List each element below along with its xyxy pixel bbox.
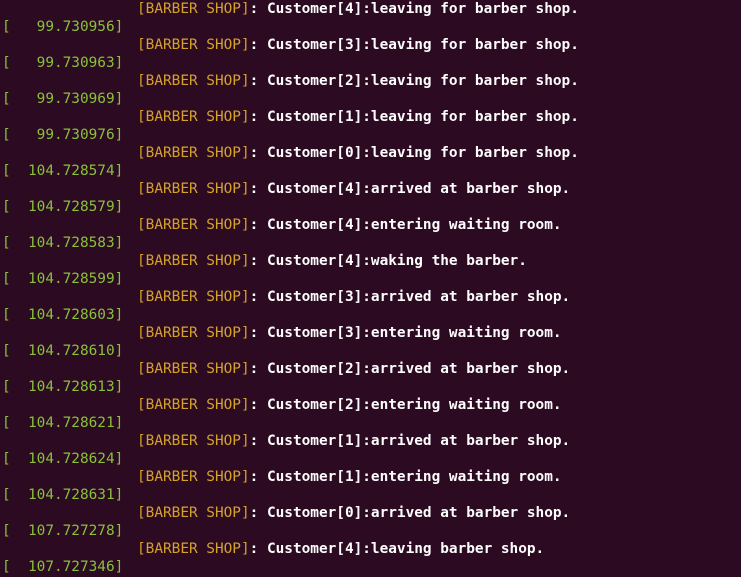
log-line: [BARBER SHOP]: Customer[2]:leaving for b… xyxy=(137,72,579,90)
log-tag: [BARBER SHOP] xyxy=(137,217,250,233)
log-line: [BARBER SHOP]: Customer[2]:arrived at ba… xyxy=(137,360,570,378)
log-timestamp: [ 104.728599] xyxy=(2,270,123,288)
log-timestamp: [ 104.728631] xyxy=(2,486,123,504)
terminal-output[interactable]: [BARBER SHOP]: Customer[4]:leaving for b… xyxy=(0,0,741,577)
log-tag: [BARBER SHOP] xyxy=(137,181,250,197)
log-message: : Customer[1]:arrived at barber shop. xyxy=(249,433,571,449)
timestamp-text: [ 104.728579] xyxy=(2,199,124,215)
log-line: [BARBER SHOP]: Customer[3]:entering wait… xyxy=(137,324,562,342)
log-tag: [BARBER SHOP] xyxy=(137,73,250,89)
timestamp-text: [ 104.728621] xyxy=(2,415,124,431)
log-message: : Customer[4]:waking the barber. xyxy=(249,253,527,269)
log-message: : Customer[3]:arrived at barber shop. xyxy=(249,289,571,305)
log-tag: [BARBER SHOP] xyxy=(137,1,250,17)
log-message: : Customer[4]:entering waiting room. xyxy=(249,217,562,233)
timestamp-text: [ 99.730956] xyxy=(2,19,124,35)
log-tag: [BARBER SHOP] xyxy=(137,541,250,557)
log-line: [BARBER SHOP]: Customer[3]:leaving for b… xyxy=(137,36,579,54)
log-timestamp: [ 99.730956] xyxy=(2,18,123,36)
log-message: : Customer[4]:leaving barber shop. xyxy=(249,541,545,557)
log-message: : Customer[2]:leaving for barber shop. xyxy=(249,73,579,89)
timestamp-text: [ 104.728624] xyxy=(2,451,124,467)
timestamp-text: [ 107.727346] xyxy=(2,559,124,575)
log-line: [BARBER SHOP]: Customer[0]:arrived at ba… xyxy=(137,504,570,522)
timestamp-text: [ 104.728613] xyxy=(2,379,124,395)
log-message: : Customer[4]:arrived at barber shop. xyxy=(249,181,571,197)
log-message: : Customer[4]:leaving for barber shop. xyxy=(249,1,579,17)
log-timestamp: [ 104.728621] xyxy=(2,414,123,432)
log-message: : Customer[3]:leaving for barber shop. xyxy=(249,37,579,53)
log-timestamp: [ 104.728603] xyxy=(2,306,123,324)
log-timestamp: [ 104.728610] xyxy=(2,342,123,360)
log-tag: [BARBER SHOP] xyxy=(137,289,250,305)
log-tag: [BARBER SHOP] xyxy=(137,109,250,125)
log-message: : Customer[1]:leaving for barber shop. xyxy=(249,109,579,125)
log-line: [BARBER SHOP]: Customer[1]:entering wait… xyxy=(137,468,562,486)
log-tag: [BARBER SHOP] xyxy=(137,253,250,269)
log-line: [BARBER SHOP]: Customer[4]:waking the ba… xyxy=(137,252,527,270)
log-line: [BARBER SHOP]: Customer[1]:arrived at ba… xyxy=(137,432,570,450)
timestamp-text: [ 104.728583] xyxy=(2,235,124,251)
timestamp-text: [ 99.730969] xyxy=(2,91,124,107)
log-timestamp: [ 107.727346] xyxy=(2,558,123,576)
timestamp-text: [ 104.728603] xyxy=(2,307,124,323)
log-message: : Customer[3]:entering waiting room. xyxy=(249,325,562,341)
log-timestamp: [ 107.727278] xyxy=(2,522,123,540)
log-message: : Customer[1]:entering waiting room. xyxy=(249,469,562,485)
log-tag: [BARBER SHOP] xyxy=(137,145,250,161)
timestamp-text: [ 104.728574] xyxy=(2,163,124,179)
log-message: : Customer[2]:entering waiting room. xyxy=(249,397,562,413)
log-line: [BARBER SHOP]: Customer[4]:leaving barbe… xyxy=(137,540,544,558)
log-timestamp: [ 104.728624] xyxy=(2,450,123,468)
log-timestamp: [ 99.730969] xyxy=(2,90,123,108)
timestamp-text: [ 104.728631] xyxy=(2,487,124,503)
log-tag: [BARBER SHOP] xyxy=(137,361,250,377)
log-line: [BARBER SHOP]: Customer[2]:entering wait… xyxy=(137,396,562,414)
log-message: : Customer[0]:leaving for barber shop. xyxy=(249,145,579,161)
log-timestamp: [ 99.730976] xyxy=(2,126,123,144)
log-tag: [BARBER SHOP] xyxy=(137,433,250,449)
log-tag: [BARBER SHOP] xyxy=(137,37,250,53)
log-tag: [BARBER SHOP] xyxy=(137,397,250,413)
log-line: [BARBER SHOP]: Customer[3]:arrived at ba… xyxy=(137,288,570,306)
log-line: [BARBER SHOP]: Customer[1]:leaving for b… xyxy=(137,108,579,126)
timestamp-text: [ 99.730976] xyxy=(2,127,124,143)
log-message: : Customer[2]:arrived at barber shop. xyxy=(249,361,571,377)
timestamp-text: [ 104.728610] xyxy=(2,343,124,359)
log-tag: [BARBER SHOP] xyxy=(137,505,250,521)
log-tag: [BARBER SHOP] xyxy=(137,469,250,485)
log-timestamp: [ 104.728574] xyxy=(2,162,123,180)
log-line: [BARBER SHOP]: Customer[0]:leaving for b… xyxy=(137,144,579,162)
log-timestamp: [ 104.728579] xyxy=(2,198,123,216)
log-line: [BARBER SHOP]: Customer[4]:entering wait… xyxy=(137,216,562,234)
log-timestamp: [ 104.728583] xyxy=(2,234,123,252)
timestamp-text: [ 104.728599] xyxy=(2,271,124,287)
log-timestamp: [ 99.730963] xyxy=(2,54,123,72)
log-message: : Customer[0]:arrived at barber shop. xyxy=(249,505,571,521)
log-tag: [BARBER SHOP] xyxy=(137,325,250,341)
timestamp-text: [ 99.730963] xyxy=(2,55,124,71)
timestamp-text: [ 107.727278] xyxy=(2,523,124,539)
log-timestamp: [ 104.728613] xyxy=(2,378,123,396)
log-line: [BARBER SHOP]: Customer[4]:leaving for b… xyxy=(137,0,579,18)
log-line: [BARBER SHOP]: Customer[4]:arrived at ba… xyxy=(137,180,570,198)
